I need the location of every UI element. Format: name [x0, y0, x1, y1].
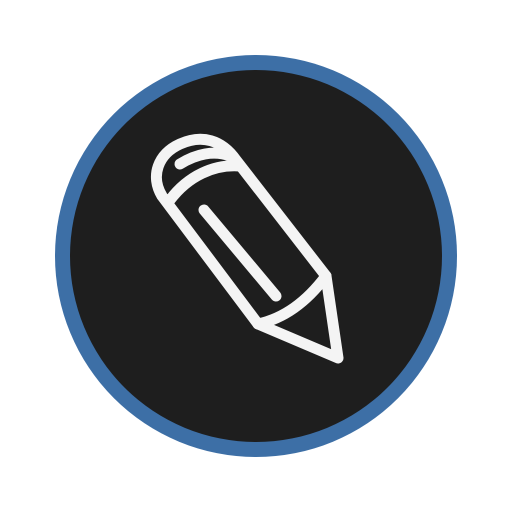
icon-canvas	[0, 0, 512, 512]
app-icon-badge[interactable]	[0, 0, 512, 512]
badge-disc	[70, 70, 442, 442]
